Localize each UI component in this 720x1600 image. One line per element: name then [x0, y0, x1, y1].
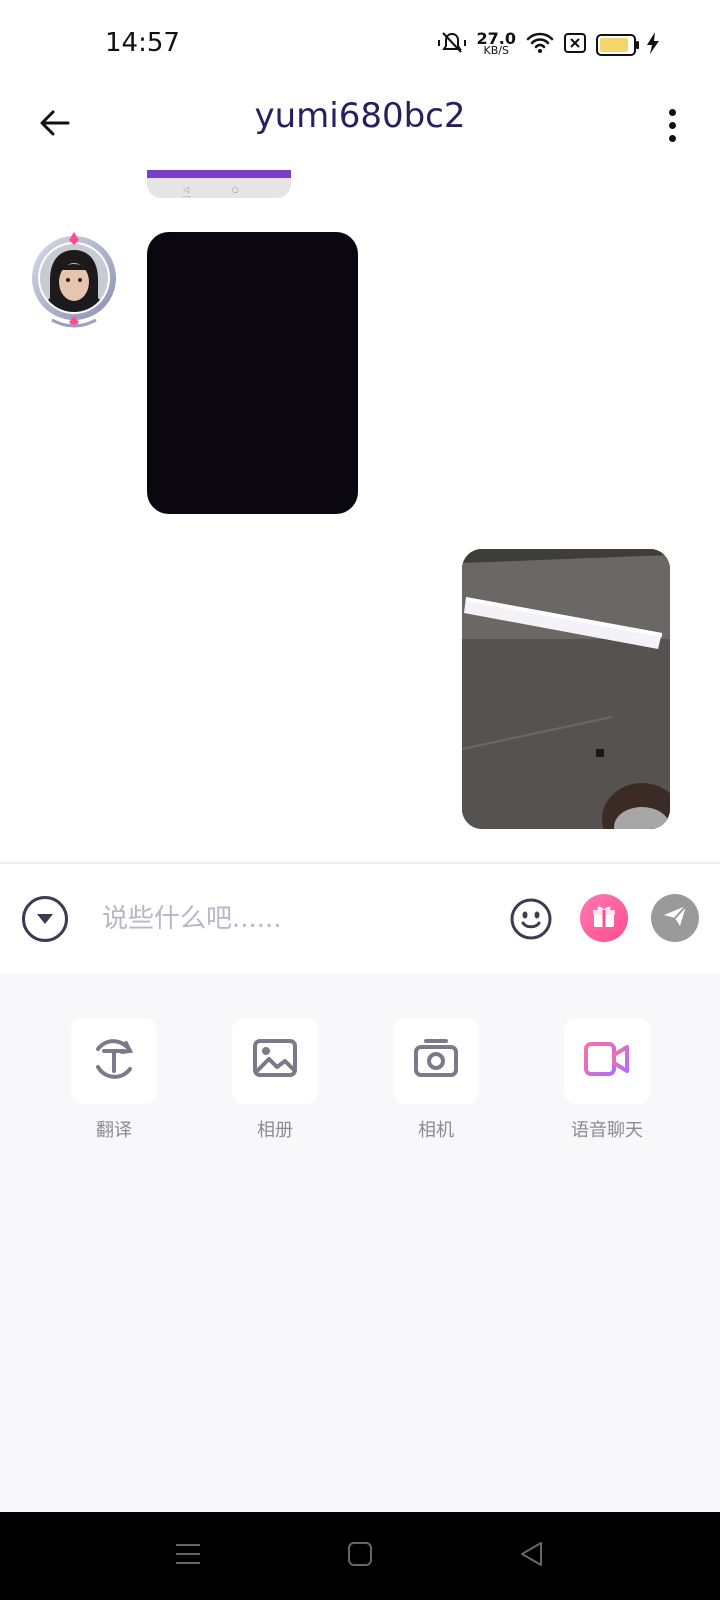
tool-translate-box[interactable] [71, 1018, 157, 1104]
back-triangle-icon [519, 1541, 545, 1571]
tool-camera-label: 相机 [418, 1120, 454, 1141]
gallery-icon [251, 1037, 299, 1085]
net-speed: 27.0 KB/S [477, 31, 516, 57]
chat-messages[interactable]: ◁ ○ □ [0, 162, 720, 862]
home-icon [347, 1541, 373, 1571]
system-nav-bar [0, 1512, 720, 1600]
tool-camera-box[interactable] [393, 1018, 479, 1104]
tool-gallery[interactable]: 相册 [225, 1018, 325, 1142]
tool-translate[interactable]: 翻译 [64, 1018, 164, 1142]
wifi-icon [526, 32, 554, 58]
more-options-button[interactable] [652, 98, 692, 152]
nav-back-button[interactable] [512, 1540, 552, 1572]
tool-camera[interactable]: 相机 [386, 1018, 486, 1142]
image-message-dark[interactable] [147, 232, 358, 514]
chevron-down-icon [36, 910, 54, 929]
chat-header: yumi680bc2 [0, 90, 720, 162]
more-vertical-icon-dot [668, 134, 676, 142]
gift-icon [590, 902, 618, 934]
more-vertical-icon-dot [668, 121, 676, 129]
tool-voice-chat-box[interactable] [564, 1018, 650, 1104]
menu-icon [175, 1542, 201, 1570]
page-title: yumi680bc2 [254, 96, 466, 136]
status-time: 14:57 [105, 28, 180, 58]
status-icons: 27.0 KB/S [437, 30, 660, 60]
mute-vibrate-icon [437, 30, 467, 60]
sim-off-icon [564, 33, 586, 57]
image-message-partial[interactable]: ◁ ○ □ [147, 170, 291, 198]
status-bar: 14:57 27.0 KB/S [0, 0, 720, 90]
more-vertical-icon-dot [668, 108, 676, 116]
tool-gallery-label: 相册 [257, 1120, 293, 1141]
video-call-icon [582, 1039, 632, 1083]
emoji-button[interactable] [508, 896, 554, 942]
tools-panel: 翻译 相册 相机 语音聊天 [0, 974, 720, 1512]
nav-menu-button[interactable] [168, 1540, 208, 1572]
emoji-icon [508, 898, 554, 946]
send-icon [662, 903, 688, 933]
tool-translate-label: 翻译 [96, 1120, 132, 1141]
collapse-panel-button[interactable] [22, 896, 68, 942]
tool-voice-chat-label: 语音聊天 [571, 1120, 643, 1141]
message-input[interactable] [100, 890, 484, 948]
image-message-ceiling[interactable] [462, 549, 670, 829]
nav-home-button[interactable] [340, 1540, 380, 1572]
tool-voice-chat[interactable]: 语音聊天 [547, 1018, 667, 1142]
input-bar [0, 862, 720, 976]
gift-button[interactable] [580, 894, 628, 942]
charging-icon [646, 32, 660, 58]
translate-icon [90, 1035, 138, 1087]
send-button[interactable] [651, 894, 699, 942]
tool-gallery-box[interactable] [232, 1018, 318, 1104]
avatar[interactable] [30, 230, 118, 330]
net-speed-unit: KB/S [483, 44, 509, 57]
camera-icon [412, 1037, 460, 1085]
battery-icon [596, 34, 639, 56]
